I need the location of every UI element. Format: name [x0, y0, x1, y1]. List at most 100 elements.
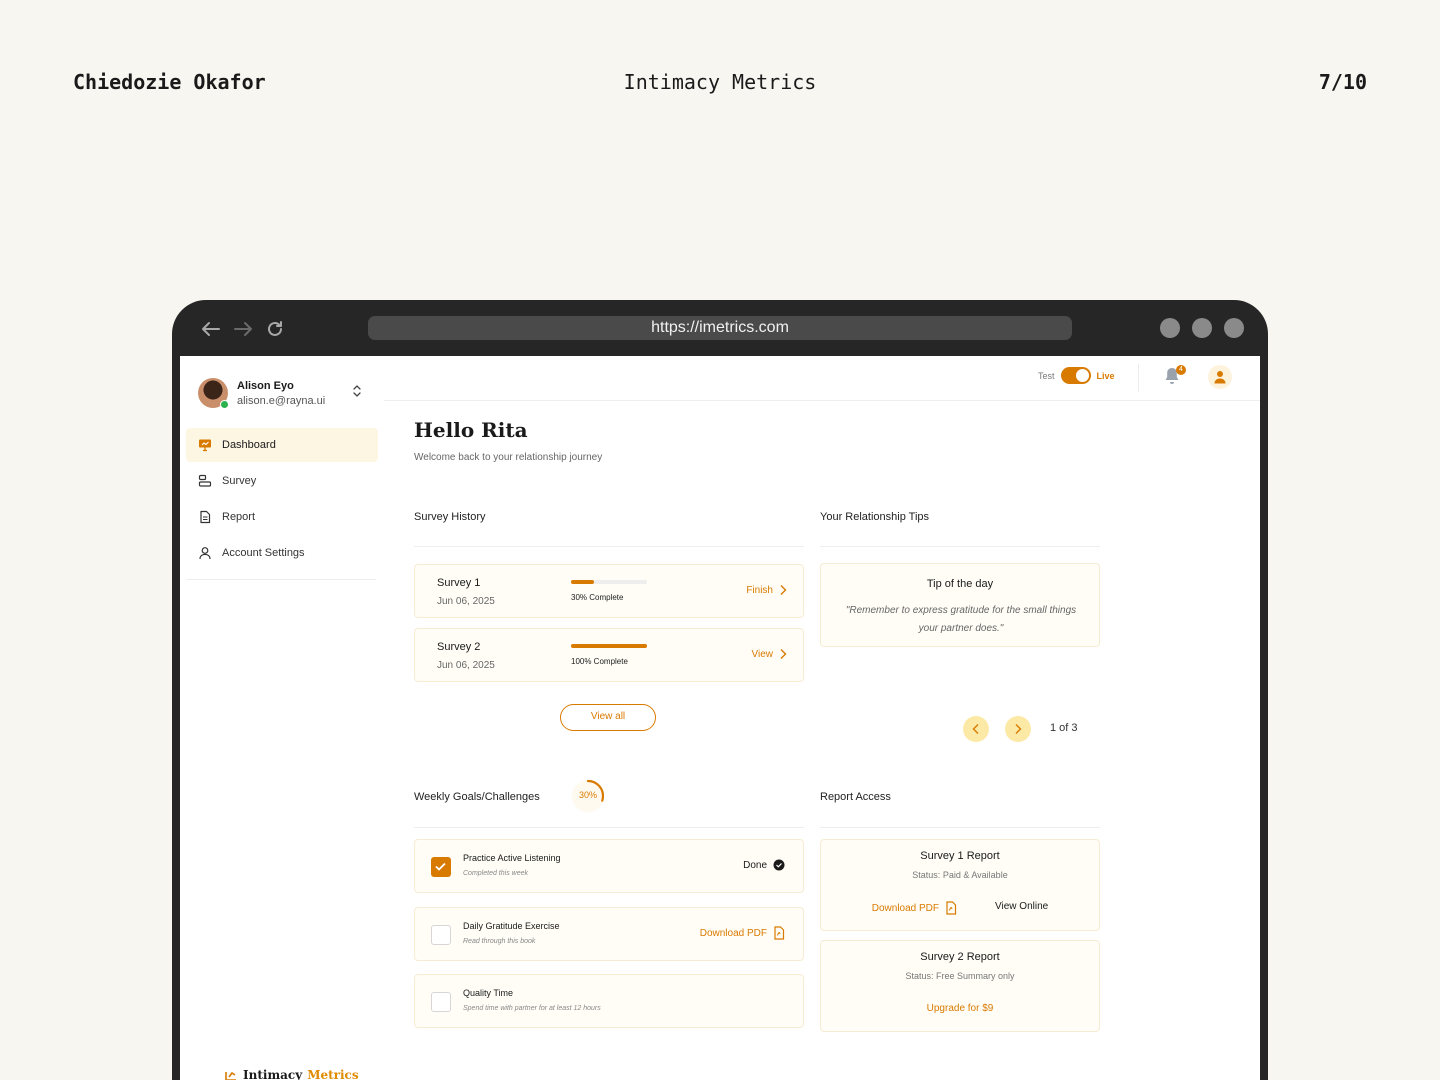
survey-name: Survey 2 — [437, 641, 481, 653]
goal-card: Quality Time Spend time with partner for… — [414, 974, 804, 1028]
progress-label: 100% Complete — [571, 657, 628, 666]
pdf-file-icon — [774, 926, 785, 940]
notifications-button[interactable]: 4 — [1164, 365, 1186, 388]
tip-card-title: Tip of the day — [926, 578, 994, 590]
section-divider — [820, 546, 1100, 547]
sidebar-item-dashboard[interactable]: Dashboard — [186, 428, 378, 462]
address-bar[interactable]: https://imetrics.com — [368, 316, 1072, 340]
sidebar-item-report[interactable]: Report — [186, 500, 378, 534]
sidebar-divider — [186, 579, 376, 580]
tip-next-button[interactable] — [1005, 716, 1031, 742]
chevron-left-icon — [972, 724, 979, 734]
view-button[interactable]: View — [752, 648, 788, 660]
mode-live-label: Live — [1096, 370, 1115, 381]
sidebar-item-label: Account Settings — [222, 547, 305, 559]
pdf-file-icon — [946, 901, 957, 915]
chevron-right-icon — [1015, 724, 1022, 734]
app-screen: Alison Eyo alison.e@rayna.ui Dashboard S… — [180, 356, 1260, 1080]
notification-badge: 4 — [1176, 365, 1186, 375]
reload-icon[interactable] — [264, 318, 286, 340]
window-controls — [1160, 318, 1244, 338]
view-online-link[interactable]: View Online — [995, 901, 1048, 915]
forward-arrow-icon[interactable] — [232, 318, 254, 340]
user-name: Alison Eyo — [237, 380, 294, 392]
report-status: Status: Free Summary only — [905, 971, 1015, 981]
user-switcher[interactable]: Alison Eyo alison.e@rayna.ui — [198, 378, 374, 410]
document-icon — [200, 510, 211, 524]
report-card: Survey 2 Report Status: Free Summary onl… — [820, 940, 1100, 1032]
sidebar: Alison Eyo alison.e@rayna.ui Dashboard S… — [180, 356, 384, 1080]
window-dot[interactable] — [1192, 318, 1212, 338]
chevron-up-down-icon[interactable] — [352, 384, 362, 403]
goal-subtitle: Read through this book — [463, 938, 536, 945]
section-divider — [820, 827, 1100, 828]
goal-checkbox[interactable] — [431, 992, 451, 1012]
mode-toggle[interactable]: Test Live — [1038, 367, 1115, 384]
survey-icon — [198, 474, 212, 487]
chevron-right-icon — [780, 585, 787, 595]
survey-card[interactable]: Survey 2 Jun 06, 2025 100% Complete View — [414, 628, 804, 682]
section-divider — [414, 827, 804, 828]
logo-accent-text: Metrics — [307, 1068, 359, 1080]
goal-name: Quality Time — [463, 988, 514, 998]
user-email: alison.e@rayna.ui — [237, 395, 326, 407]
upgrade-button[interactable]: Upgrade for $9 — [821, 1003, 1099, 1014]
progress-fill — [571, 580, 594, 584]
report-card: Survey 1 Report Status: Paid & Available… — [820, 839, 1100, 931]
goal-checkbox[interactable] — [431, 857, 451, 877]
toggle-knob — [1075, 369, 1089, 382]
progress-fill — [571, 644, 647, 648]
goal-name: Daily Gratitude Exercise — [463, 921, 560, 931]
view-all-button[interactable]: View all — [560, 704, 656, 731]
window-dot[interactable] — [1224, 318, 1244, 338]
live-toggle-switch[interactable] — [1060, 367, 1091, 384]
download-label: Download PDF — [699, 927, 767, 939]
survey-date: Jun 06, 2025 — [437, 660, 495, 671]
sidebar-item-label: Survey — [222, 475, 257, 487]
goal-checkbox[interactable] — [431, 925, 451, 945]
window-dot[interactable] — [1160, 318, 1180, 338]
back-arrow-icon[interactable] — [200, 318, 222, 340]
sidebar-item-account-settings[interactable]: Account Settings — [186, 536, 378, 570]
progress-bar — [571, 644, 647, 648]
greeting-heading: Hello Rita — [414, 418, 528, 442]
profile-button[interactable] — [1208, 365, 1232, 389]
report-access-title: Report Access — [820, 791, 891, 803]
report-status: Status: Paid & Available — [912, 870, 1008, 880]
page-title: Intimacy Metrics — [623, 70, 817, 94]
sidebar-nav: Dashboard Survey Report Account Settings — [186, 428, 378, 572]
done-label: Done — [743, 859, 767, 871]
goal-subtitle: Completed this week — [463, 870, 528, 877]
tip-prev-button[interactable] — [963, 716, 989, 742]
logo-text: Intimacy — [243, 1068, 303, 1080]
user-icon — [199, 547, 211, 560]
finish-button[interactable]: Finish — [746, 584, 787, 596]
goal-download-pdf-button[interactable]: Download PDF — [700, 926, 785, 940]
chevron-right-icon — [780, 649, 787, 659]
logo-mark-icon — [225, 1071, 236, 1080]
download-label: Download PDF — [871, 902, 940, 914]
welcome-text: Welcome back to your relationship journe… — [414, 452, 603, 463]
survey-history-title: Survey History — [414, 511, 486, 523]
tips-title: Your Relationship Tips — [820, 511, 930, 523]
browser-window: https://imetrics.com Alison Eyo alison.e… — [172, 300, 1268, 1080]
check-circle-icon — [773, 859, 785, 871]
action-label: Finish — [746, 584, 773, 596]
checkmark-icon — [435, 862, 446, 871]
sidebar-item-survey[interactable]: Survey — [186, 464, 378, 498]
goal-card: Practice Active Listening Completed this… — [414, 839, 804, 893]
app-logo: Intimacy Metrics — [224, 1068, 359, 1080]
header-divider — [1138, 364, 1139, 392]
report-title: Survey 2 Report — [920, 951, 1000, 963]
action-label: View — [751, 648, 774, 660]
progress-label: 30% Complete — [571, 593, 624, 602]
avatar — [198, 378, 229, 409]
sidebar-item-label: Report — [222, 511, 256, 523]
report-actions: Download PDF View Online — [821, 901, 1099, 915]
sidebar-item-label: Dashboard — [222, 439, 276, 451]
online-status-dot — [220, 400, 229, 409]
goals-title: Weekly Goals/Challenges — [414, 791, 540, 803]
report-download-pdf-button[interactable]: Download PDF — [872, 901, 957, 915]
browser-nav — [200, 318, 286, 340]
survey-card[interactable]: Survey 1 Jun 06, 2025 30% Complete Finis… — [414, 564, 804, 618]
